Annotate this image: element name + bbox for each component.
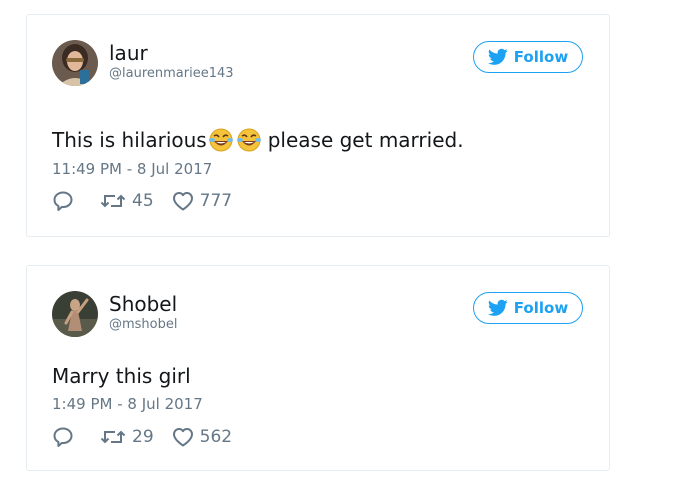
avatar-photo [52,291,98,337]
avatar[interactable] [52,291,98,337]
retweet-icon [100,427,126,447]
retweet-button[interactable]: 29 [100,427,154,447]
heart-icon [172,191,194,211]
user-handle[interactable]: @mshobel [109,317,178,333]
face-with-tears-of-joy-icon [236,127,262,153]
retweet-icon [100,191,126,211]
display-name[interactable]: Shobel [109,292,177,316]
tweet-text: Marry this girl [52,364,191,388]
follow-button[interactable]: Follow [473,292,583,324]
follow-button-label: Follow [513,299,569,317]
reply-button[interactable] [52,190,74,212]
like-button[interactable]: 562 [172,427,232,447]
retweet-count: 45 [132,191,154,211]
like-button[interactable]: 777 [172,191,232,211]
retweet-button[interactable]: 45 [100,191,154,211]
display-name[interactable]: laur [109,41,148,65]
avatar-photo [52,40,98,86]
tweet-card[interactable]: laur @laurenmariee143 Follow This is hil… [26,14,610,237]
follow-button[interactable]: Follow [473,41,583,73]
tweet-card[interactable]: Shobel @mshobel Follow Marry this girl 1… [26,265,610,471]
like-count: 777 [199,191,233,211]
user-handle[interactable]: @laurenmariee143 [109,66,234,82]
tweet-timestamp[interactable]: 11:49 PM - 8 Jul 2017 [52,159,212,179]
twitter-bird-icon [487,299,508,317]
tweet-actions: 45 777 [52,190,250,212]
tweet-timestamp[interactable]: 1:49 PM - 8 Jul 2017 [52,394,203,414]
face-with-tears-of-joy-icon [208,127,234,153]
reply-button[interactable] [52,426,74,448]
tweet-text-part: This is hilarious [52,128,207,152]
retweet-count: 29 [132,427,154,447]
like-count: 562 [199,427,233,447]
tweet-actions: 29 562 [52,426,250,448]
heart-icon [172,427,194,447]
twitter-bird-icon [487,48,508,66]
reply-icon [52,190,74,212]
follow-button-label: Follow [513,48,569,66]
tweet-text-part: please get married. [267,128,464,152]
reply-icon [52,426,74,448]
avatar[interactable] [52,40,98,86]
tweet-text: This is hilarious please get married. [52,127,464,153]
